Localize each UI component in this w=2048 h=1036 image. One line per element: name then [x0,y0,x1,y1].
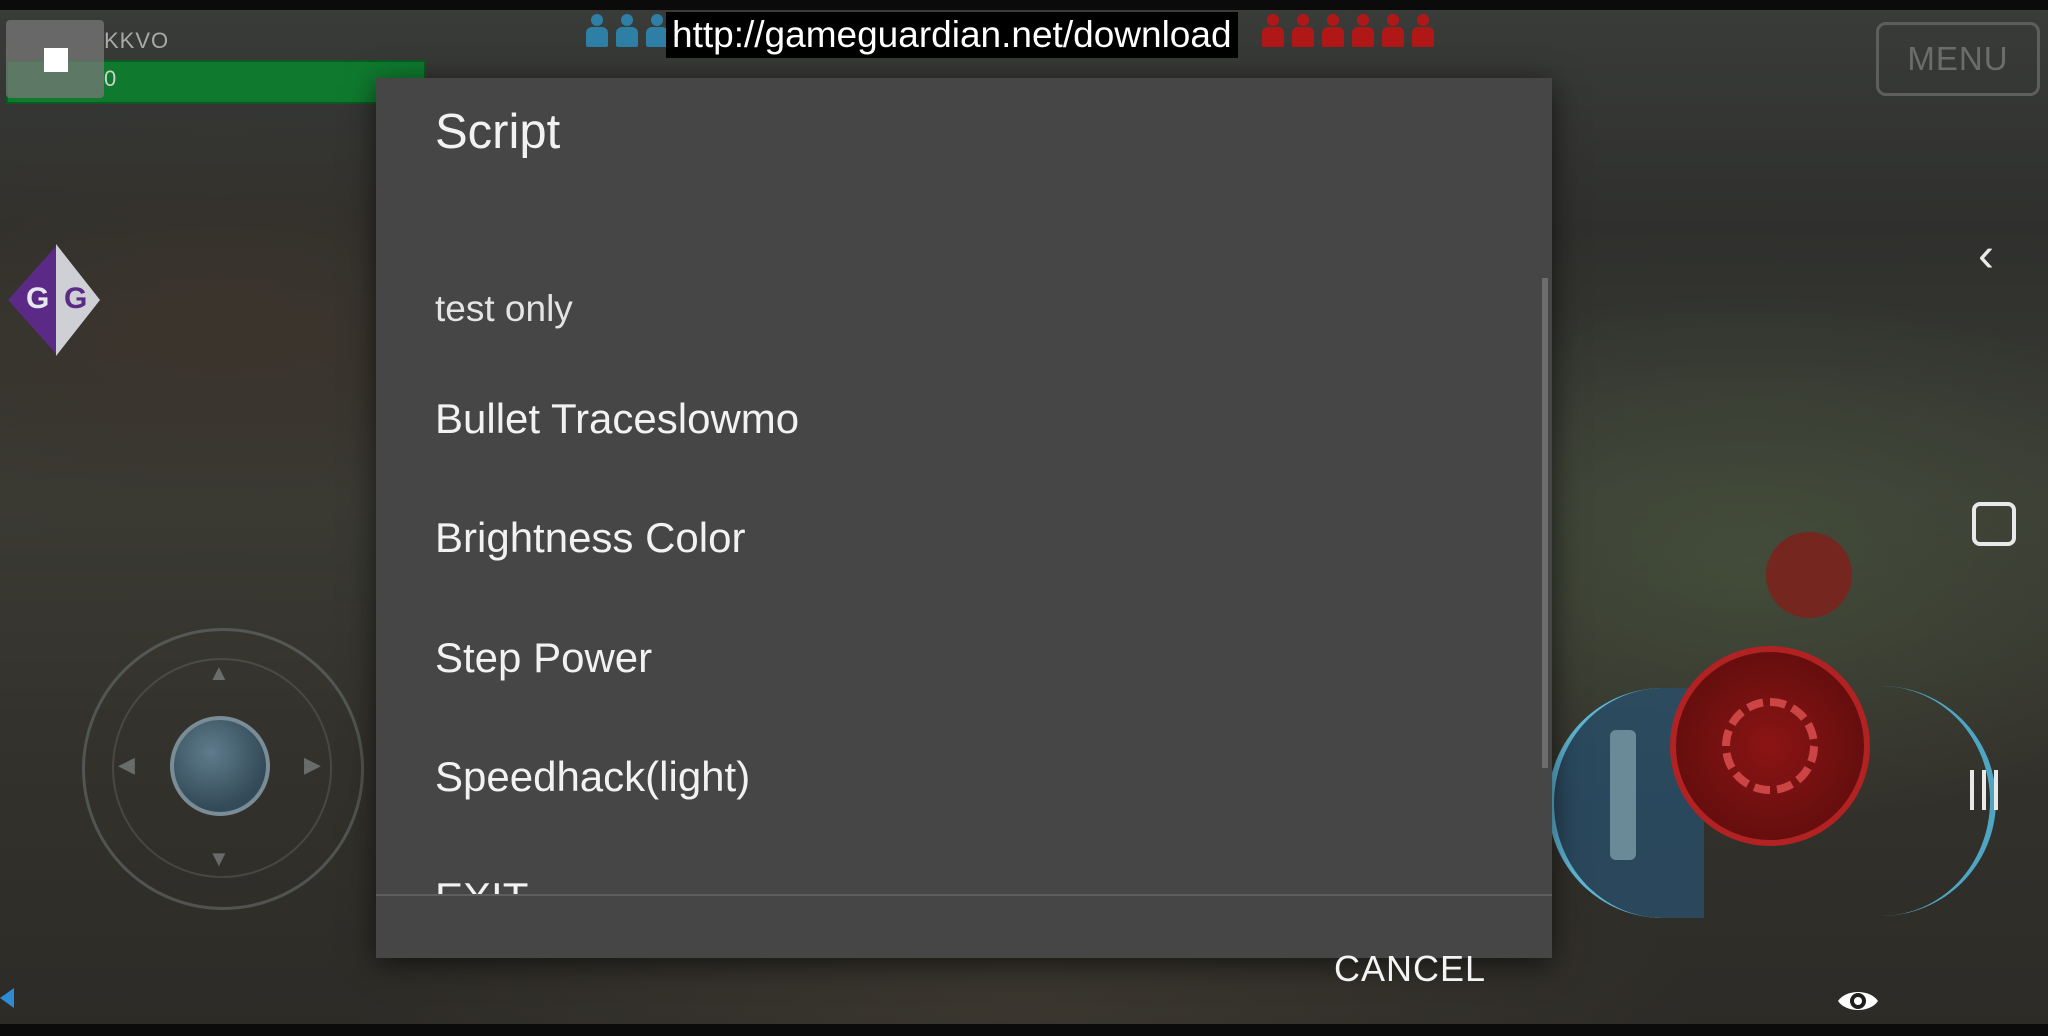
joystick-down-arrow-icon: ▼ [208,846,230,871]
nav-recent-icon[interactable] [1970,770,1998,810]
dialog-title: Script [435,105,561,159]
red-player-icon [1410,14,1436,48]
side-panel-indicator-icon[interactable] [0,988,14,1008]
game-menu-button[interactable]: MENU [1876,22,2040,96]
joystick-left-arrow-icon: ◀ [118,752,135,777]
dialog-actions: CANCEL [376,896,1552,989]
bottom-screen-edge [0,1024,2048,1036]
red-player-icon [1320,14,1346,48]
url-banner: http://gameguardian.net/download [666,12,1238,58]
red-player-icon [1350,14,1376,48]
script-dialog: Script test only Bullet Traceslowmo Brig… [376,78,1552,989]
joystick-up-arrow-icon: ▲ [208,660,230,685]
nav-home-icon[interactable] [1972,502,2016,546]
gameguardian-logo-icon[interactable]: G G [8,244,100,356]
movement-joystick[interactable] [170,716,270,816]
script-option-bullet-traceslowmo[interactable]: Bullet Traceslowmo [435,395,799,443]
top-screen-edge [0,0,2048,10]
list-scrollbar[interactable] [1542,278,1548,768]
red-player-icon [1380,14,1406,48]
script-option-list: test only Bullet Traceslowmo Brightness … [376,188,1552,894]
stop-icon [44,48,68,72]
script-option-brightness-color[interactable]: Brightness Color [435,514,745,562]
blue-team-icons [584,14,670,50]
script-option-speedhack-light[interactable]: Speedhack(light) [435,753,750,801]
script-option-step-power[interactable]: Step Power [435,634,652,682]
weapon-icon [1610,730,1636,860]
stop-button[interactable] [6,20,104,98]
script-option-exit[interactable]: EXIT [435,874,528,894]
cancel-button[interactable]: CANCEL [1328,944,1492,994]
script-option-test-only[interactable]: test only [435,288,573,330]
red-player-icon [1290,14,1316,48]
joystick-right-arrow-icon: ▶ [304,752,321,777]
red-team-icons [1260,14,1436,50]
health-value: 0 [104,66,117,91]
eye-icon[interactable] [1836,986,1880,1016]
reload-button[interactable] [1766,532,1852,618]
nav-back-icon[interactable]: ‹ [1978,228,1994,283]
crosshair-icon [1722,698,1818,794]
red-player-icon [1260,14,1286,48]
blue-player-icon [614,14,640,48]
player-name: KKVO [104,28,170,53]
blue-player-icon [584,14,610,48]
